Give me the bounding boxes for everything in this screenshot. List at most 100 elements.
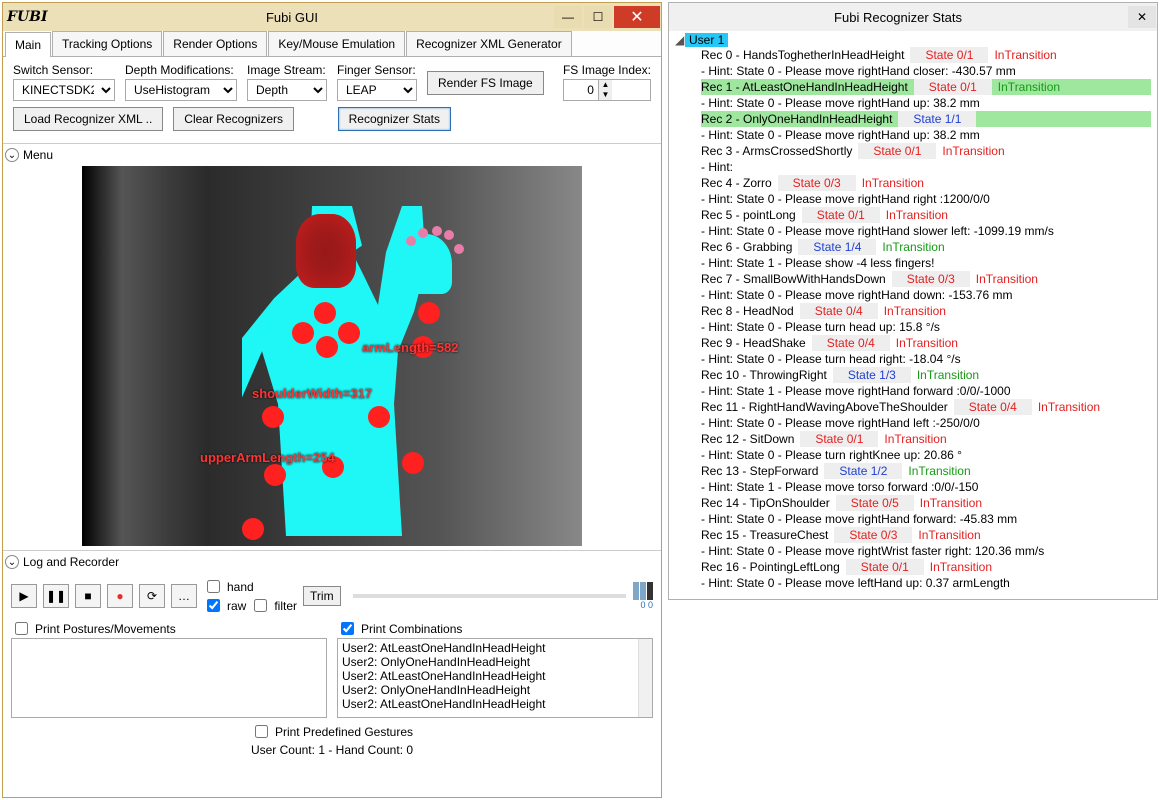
recognizer-row[interactable]: Rec 16 - PointingLeftLongState 0/1InTran… — [701, 559, 1151, 575]
recognizer-name: Rec 9 - HeadShake — [701, 336, 806, 350]
hint-line: - Hint: State 0 - Please move rightHand … — [701, 223, 1151, 239]
stop-button[interactable]: ■ — [75, 584, 101, 608]
status-bar: User Count: 1 - Hand Count: 0 — [11, 741, 653, 759]
list-item: User2: AtLeastOneHandInHeadHeight — [342, 697, 648, 711]
record-button[interactable]: ● — [107, 584, 133, 608]
print-postures-label: Print Postures/Movements — [35, 622, 176, 636]
state-badge: State 0/1 — [914, 79, 992, 95]
window-title: Fubi GUI — [31, 10, 553, 25]
maximize-button[interactable]: ☐ — [584, 6, 612, 28]
loop-button[interactable]: ⟳ — [139, 584, 165, 608]
recognizer-row[interactable]: Rec 12 - SitDownState 0/1InTransition — [701, 431, 1151, 447]
clear-recognizers-button[interactable]: Clear Recognizers — [173, 107, 294, 131]
browse-button[interactable]: … — [171, 584, 197, 608]
recognizer-name: Rec 11 - RightHandWavingAboveTheShoulder — [701, 400, 948, 414]
recognizer-name: Rec 6 - Grabbing — [701, 240, 792, 254]
log-expander[interactable]: ⌄ Log and Recorder — [3, 550, 661, 573]
transition-label: InTransition — [908, 464, 970, 478]
transition-label: InTransition — [884, 432, 946, 446]
recognizer-name: Rec 0 - HandsToghetherInHeadHeight — [701, 48, 904, 62]
recognizer-row[interactable]: Rec 0 - HandsToghetherInHeadHeightState … — [701, 47, 1151, 63]
print-predef-label: Print Predefined Gestures — [275, 725, 413, 739]
state-badge: State 0/3 — [778, 175, 856, 191]
recognizer-name: Rec 7 - SmallBowWithHandsDown — [701, 272, 886, 286]
fubi-stats-window: Fubi Recognizer Stats ✕ ◢User 1 Rec 0 - … — [668, 2, 1158, 600]
recognizer-row[interactable]: Rec 10 - ThrowingRightState 1/3InTransit… — [701, 367, 1151, 383]
print-combos-checkbox[interactable] — [341, 622, 354, 635]
print-predef-checkbox[interactable] — [255, 725, 268, 738]
image-stream-select[interactable]: Depth — [247, 79, 327, 101]
spin-up-icon[interactable]: ▲ — [598, 80, 612, 90]
hint-line: - Hint: State 0 - Please move leftHand u… — [701, 575, 1151, 591]
fs-index-input[interactable] — [564, 80, 598, 100]
print-postures-checkbox[interactable] — [15, 622, 28, 635]
tab-key-mouse-emulation[interactable]: Key/Mouse Emulation — [268, 31, 405, 56]
transition-label: InTransition — [998, 80, 1060, 94]
recognizer-row[interactable]: Rec 9 - HeadShakeState 0/4InTransition — [701, 335, 1151, 351]
filter-checkbox[interactable] — [254, 599, 267, 612]
recognizer-row[interactable]: Rec 13 - StepForwardState 1/2InTransitio… — [701, 463, 1151, 479]
recognizer-row[interactable]: Rec 5 - pointLongState 0/1InTransition — [701, 207, 1151, 223]
transition-label: InTransition — [884, 304, 946, 318]
menu-expander[interactable]: ⌄ Menu — [3, 143, 661, 166]
recognizer-row[interactable]: Rec 1 - AtLeastOneHandInHeadHeight State … — [701, 79, 1151, 95]
finger-sensor-select[interactable]: LEAP — [337, 79, 417, 101]
hint-line: - Hint: State 0 - Please move rightHand … — [701, 191, 1151, 207]
hint-line: - Hint: State 0 - Please turn rightKnee … — [701, 447, 1151, 463]
state-badge: State 1/2 — [824, 463, 902, 479]
recognizer-stats-button[interactable]: Recognizer Stats — [338, 107, 451, 131]
spin-down-icon[interactable]: ▼ — [598, 90, 612, 100]
tab-tracking-options[interactable]: Tracking Options — [52, 31, 162, 56]
tab-recognizer-xml-generator[interactable]: Recognizer XML Generator — [406, 31, 572, 56]
trim-button[interactable]: Trim — [303, 586, 341, 606]
hint-line: - Hint: State 1 - Please show -4 less fi… — [701, 255, 1151, 271]
close-button[interactable]: ✕ — [614, 6, 660, 28]
tabstrip: Main Tracking Options Render Options Key… — [3, 31, 661, 57]
minimize-button[interactable]: — — [554, 6, 582, 28]
transition-label: InTransition — [1038, 400, 1100, 414]
hand-checkbox[interactable] — [207, 580, 220, 593]
recognizer-row[interactable]: Rec 11 - RightHandWavingAboveTheShoulder… — [701, 399, 1151, 415]
user-node[interactable]: User 1 — [685, 33, 728, 47]
list-item: User2: OnlyOneHandInHeadHeight — [342, 683, 648, 697]
switch-sensor-select[interactable]: KINECTSDK2 — [13, 79, 115, 101]
hint-line: - Hint: State 0 - Please move rightHand … — [701, 127, 1151, 143]
raw-checkbox[interactable] — [207, 599, 220, 612]
stats-tree[interactable]: ◢User 1 Rec 0 - HandsToghetherInHeadHeig… — [675, 33, 1151, 591]
recognizer-name: Rec 2 - OnlyOneHandInHeadHeight — [701, 112, 892, 126]
recognizer-name: Rec 1 - AtLeastOneHandInHeadHeight — [701, 80, 908, 94]
list-item: User2: AtLeastOneHandInHeadHeight — [342, 641, 648, 655]
depth-mod-select[interactable]: UseHistogram — [125, 79, 237, 101]
filter-label: filter — [274, 599, 297, 613]
recognizer-row[interactable]: Rec 4 - ZorroState 0/3InTransition — [701, 175, 1151, 191]
fs-index-spinner[interactable]: ▲▼ — [563, 79, 651, 101]
recognizer-name: Rec 15 - TreasureChest — [701, 528, 828, 542]
scrollbar[interactable] — [638, 639, 652, 717]
postures-output[interactable] — [11, 638, 327, 718]
state-badge: State 0/1 — [846, 559, 924, 575]
transition-label: InTransition — [862, 176, 924, 190]
play-button[interactable]: ▶ — [11, 584, 37, 608]
titlebar[interactable]: FUBI Fubi GUI — ☐ ✕ — [3, 3, 661, 31]
hint-line: - Hint: State 0 - Please move rightHand … — [701, 415, 1151, 431]
recognizer-row[interactable]: Rec 6 - GrabbingState 1/4InTransition — [701, 239, 1151, 255]
load-recognizer-xml-button[interactable]: Load Recognizer XML .. — [13, 107, 163, 131]
stats-close-button[interactable]: ✕ — [1128, 6, 1156, 28]
recognizer-row[interactable]: Rec 15 - TreasureChestState 0/3InTransit… — [701, 527, 1151, 543]
recognizer-row[interactable]: Rec 14 - TipOnShoulderState 0/5InTransit… — [701, 495, 1151, 511]
tab-render-options[interactable]: Render Options — [163, 31, 267, 56]
recognizer-row[interactable]: Rec 2 - OnlyOneHandInHeadHeightState 1/1 — [701, 111, 1151, 127]
recognizer-name: Rec 14 - TipOnShoulder — [701, 496, 830, 510]
timeline[interactable]: 0 0 — [347, 582, 653, 610]
recognizer-row[interactable]: Rec 3 - ArmsCrossedShortlyState 0/1InTra… — [701, 143, 1151, 159]
collapse-icon[interactable]: ◢ — [675, 33, 685, 47]
tab-main[interactable]: Main — [5, 32, 51, 57]
recognizer-row[interactable]: Rec 8 - HeadNodState 0/4InTransition — [701, 303, 1151, 319]
pause-button[interactable]: ❚❚ — [43, 584, 69, 608]
stats-titlebar[interactable]: Fubi Recognizer Stats ✕ — [669, 3, 1157, 31]
combinations-output[interactable]: User2: AtLeastOneHandInHeadHeightUser2: … — [337, 638, 653, 718]
chevron-down-icon: ⌄ — [5, 148, 19, 162]
render-fs-image-button[interactable]: Render FS Image — [427, 71, 544, 95]
hint-line: - Hint: State 0 - Please turn head right… — [701, 351, 1151, 367]
recognizer-row[interactable]: Rec 7 - SmallBowWithHandsDownState 0/3In… — [701, 271, 1151, 287]
